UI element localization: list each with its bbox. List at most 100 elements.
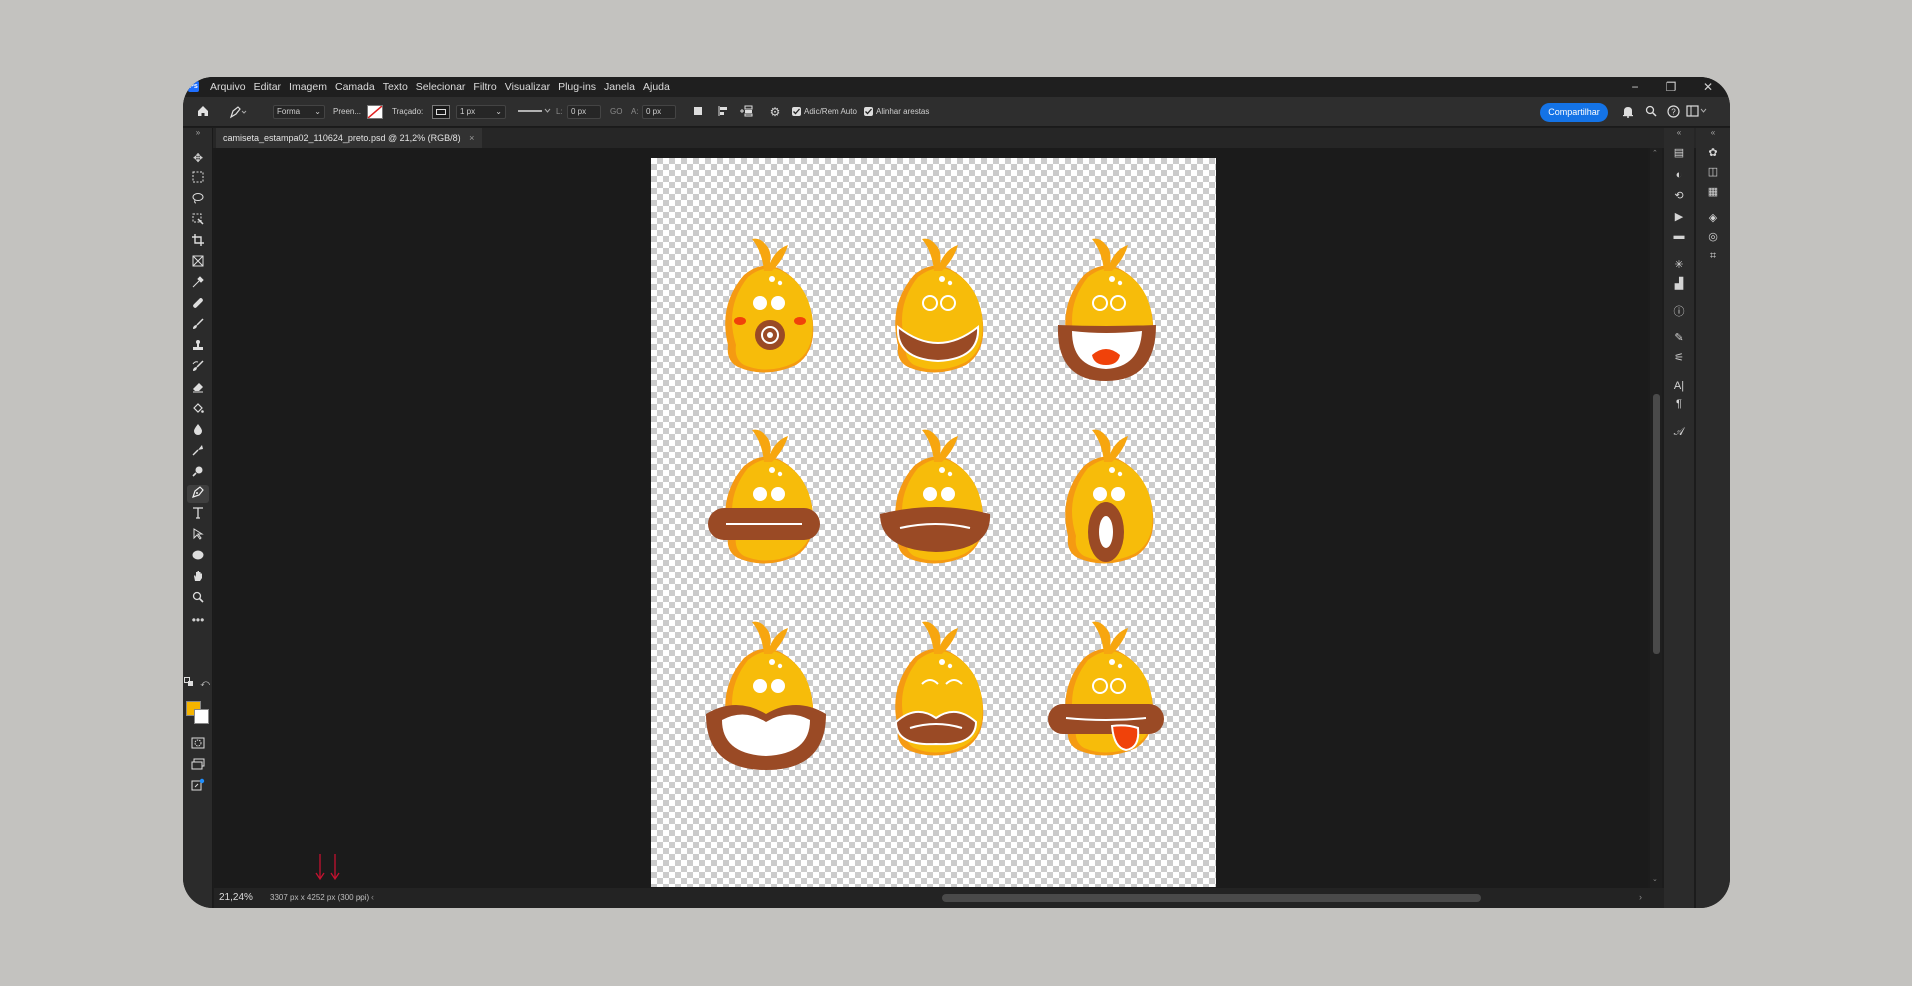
scroll-down-icon[interactable]: ⌄ [1652, 875, 1658, 883]
restore-button[interactable]: ❐ [1663, 79, 1679, 95]
paint-bucket-tool-icon[interactable] [187, 401, 209, 419]
channels-icon[interactable]: ◎ [1703, 229, 1723, 245]
move-tool-icon[interactable]: ✥ [187, 149, 209, 167]
libraries-icon[interactable]: ▤ [1669, 145, 1689, 161]
hand-tool-icon[interactable] [187, 569, 209, 587]
color-icon[interactable]: ✿ [1703, 145, 1723, 161]
home-icon[interactable] [195, 104, 211, 120]
histogram-icon[interactable]: ▟ [1669, 276, 1689, 292]
path-operations-icon[interactable] [691, 105, 705, 120]
vertical-scrollbar[interactable]: ⌃ ⌄ [1650, 148, 1662, 888]
tool-mode-select[interactable]: Forma ⌄ [273, 105, 325, 119]
scroll-right-icon[interactable]: › [1639, 892, 1642, 902]
menu-imagem[interactable]: Imagem [289, 81, 327, 93]
menu-camada[interactable]: Camada [335, 81, 375, 93]
auto-add-delete-checkbox[interactable] [792, 107, 801, 116]
menu-editar[interactable]: Editar [254, 81, 281, 93]
crop-tool-icon[interactable] [187, 233, 209, 251]
brushes-icon[interactable]: ✎ [1669, 330, 1689, 346]
generative-edit-icon[interactable] [187, 778, 209, 796]
menu-texto[interactable]: Texto [383, 81, 408, 93]
history-brush-tool-icon[interactable] [187, 359, 209, 377]
fill-swatch[interactable] [367, 105, 383, 119]
menu-ajuda[interactable]: Ajuda [643, 81, 670, 93]
pen-tool-icon[interactable] [187, 485, 209, 503]
eyedropper-tool-icon[interactable] [187, 275, 209, 293]
healing-brush-tool-icon[interactable] [187, 296, 209, 314]
document-tab-title: camiseta_estampa02_110624_preto.psd @ 21… [223, 133, 461, 143]
path-arrangement-icon[interactable] [738, 105, 754, 120]
stroke-type-select[interactable] [513, 105, 551, 119]
zoom-magnifier-brush-icon[interactable] [187, 464, 209, 482]
zoom-tool-icon[interactable] [187, 590, 209, 608]
history-icon[interactable]: ⟲ [1669, 188, 1689, 204]
blur-tool-icon[interactable] [187, 422, 209, 440]
share-button[interactable]: Compartilhar [1540, 103, 1608, 122]
paths-icon[interactable]: ⌗ [1703, 248, 1723, 264]
collapse-panels-right-icon[interactable]: « [1703, 128, 1723, 138]
marquee-tool-icon[interactable] [187, 170, 209, 188]
patterns-icon[interactable]: ▦ [1703, 184, 1723, 200]
actions-play-icon[interactable]: ▶ [1669, 209, 1689, 225]
screen-mode-icon[interactable] [187, 757, 209, 775]
default-colors-icon[interactable] [183, 677, 195, 689]
tool-presets-icon[interactable]: ⚟ [1669, 350, 1689, 366]
eraser-tool-icon[interactable] [187, 380, 209, 398]
lasso-tool-icon[interactable] [187, 191, 209, 209]
tab-close-icon[interactable]: × [469, 133, 474, 143]
minimize-button[interactable]: − [1627, 79, 1643, 95]
paragraph-icon[interactable]: ¶ [1669, 396, 1689, 412]
vertical-scroll-thumb[interactable] [1653, 394, 1660, 654]
collapse-panels-icon[interactable]: « [1669, 128, 1689, 138]
menu-plugins[interactable]: Plug-ins [558, 81, 596, 93]
path-alignment-icon[interactable] [716, 105, 730, 120]
menu-selecionar[interactable]: Selecionar [416, 81, 466, 93]
character-icon[interactable]: A| [1669, 378, 1689, 394]
glyphs-icon[interactable]: 𝒜 [1669, 424, 1689, 440]
annotation-arrows [313, 852, 343, 885]
height-input[interactable]: 0 px [642, 105, 676, 119]
adjustments-icon[interactable]: ◐ [1669, 167, 1689, 183]
stroke-swatch[interactable] [432, 105, 450, 119]
dodge-tool-icon[interactable] [187, 443, 209, 461]
document-tab[interactable]: camiseta_estampa02_110624_preto.psd @ 21… [216, 128, 483, 148]
link-dimensions-icon[interactable]: GO [610, 105, 622, 119]
object-selection-tool-icon[interactable] [187, 212, 209, 230]
bell-icon[interactable] [1621, 105, 1635, 121]
swap-colors-icon[interactable]: ⤺ [199, 677, 211, 689]
frame-tool-icon[interactable] [187, 254, 209, 272]
scroll-up-icon[interactable]: ⌃ [1652, 149, 1658, 157]
status-expand-icon[interactable]: › [358, 892, 361, 902]
menu-janela[interactable]: Janela [604, 81, 635, 93]
close-window-button[interactable]: ✕ [1700, 79, 1716, 95]
collapse-toolbar-icon[interactable]: » [187, 128, 209, 138]
workspace-icon[interactable] [1686, 105, 1708, 120]
ellipse-tool-icon[interactable] [187, 548, 209, 566]
more-tools-icon[interactable]: ••• [187, 611, 209, 629]
horizontal-scroll-thumb[interactable] [942, 894, 1481, 902]
quick-mask-icon[interactable] [187, 736, 209, 754]
comments-icon[interactable]: ▬ [1669, 228, 1689, 244]
help-icon[interactable]: ? [1666, 105, 1680, 121]
align-edges-checkbox[interactable] [864, 107, 873, 116]
clone-stamp-tool-icon[interactable] [187, 338, 209, 356]
stroke-width-input[interactable]: 1 px ⌄ [456, 105, 506, 119]
background-color-swatch[interactable] [194, 709, 209, 724]
swatches-icon[interactable]: ◫ [1703, 164, 1723, 180]
menu-arquivo[interactable]: Arquivo [210, 81, 246, 93]
gear-icon[interactable]: ⚙ [768, 105, 782, 119]
pen-tool-preset-icon[interactable] [228, 105, 248, 122]
zoom-level[interactable]: 21,24% [219, 892, 253, 903]
info-icon[interactable]: ⓘ [1669, 304, 1689, 320]
scroll-left-icon[interactable]: ‹ [371, 892, 374, 902]
brush-tool-icon[interactable] [187, 317, 209, 335]
layers-icon[interactable]: ◈ [1703, 210, 1723, 226]
menu-filtro[interactable]: Filtro [473, 81, 496, 93]
document-canvas[interactable] [651, 158, 1216, 887]
type-tool-icon[interactable] [187, 506, 209, 524]
search-icon[interactable] [1644, 105, 1658, 120]
width-input[interactable]: 0 px [567, 105, 601, 119]
brush-settings-icon[interactable]: ✳ [1669, 257, 1689, 273]
menu-visualizar[interactable]: Visualizar [505, 81, 550, 93]
path-selection-tool-icon[interactable] [187, 527, 209, 545]
